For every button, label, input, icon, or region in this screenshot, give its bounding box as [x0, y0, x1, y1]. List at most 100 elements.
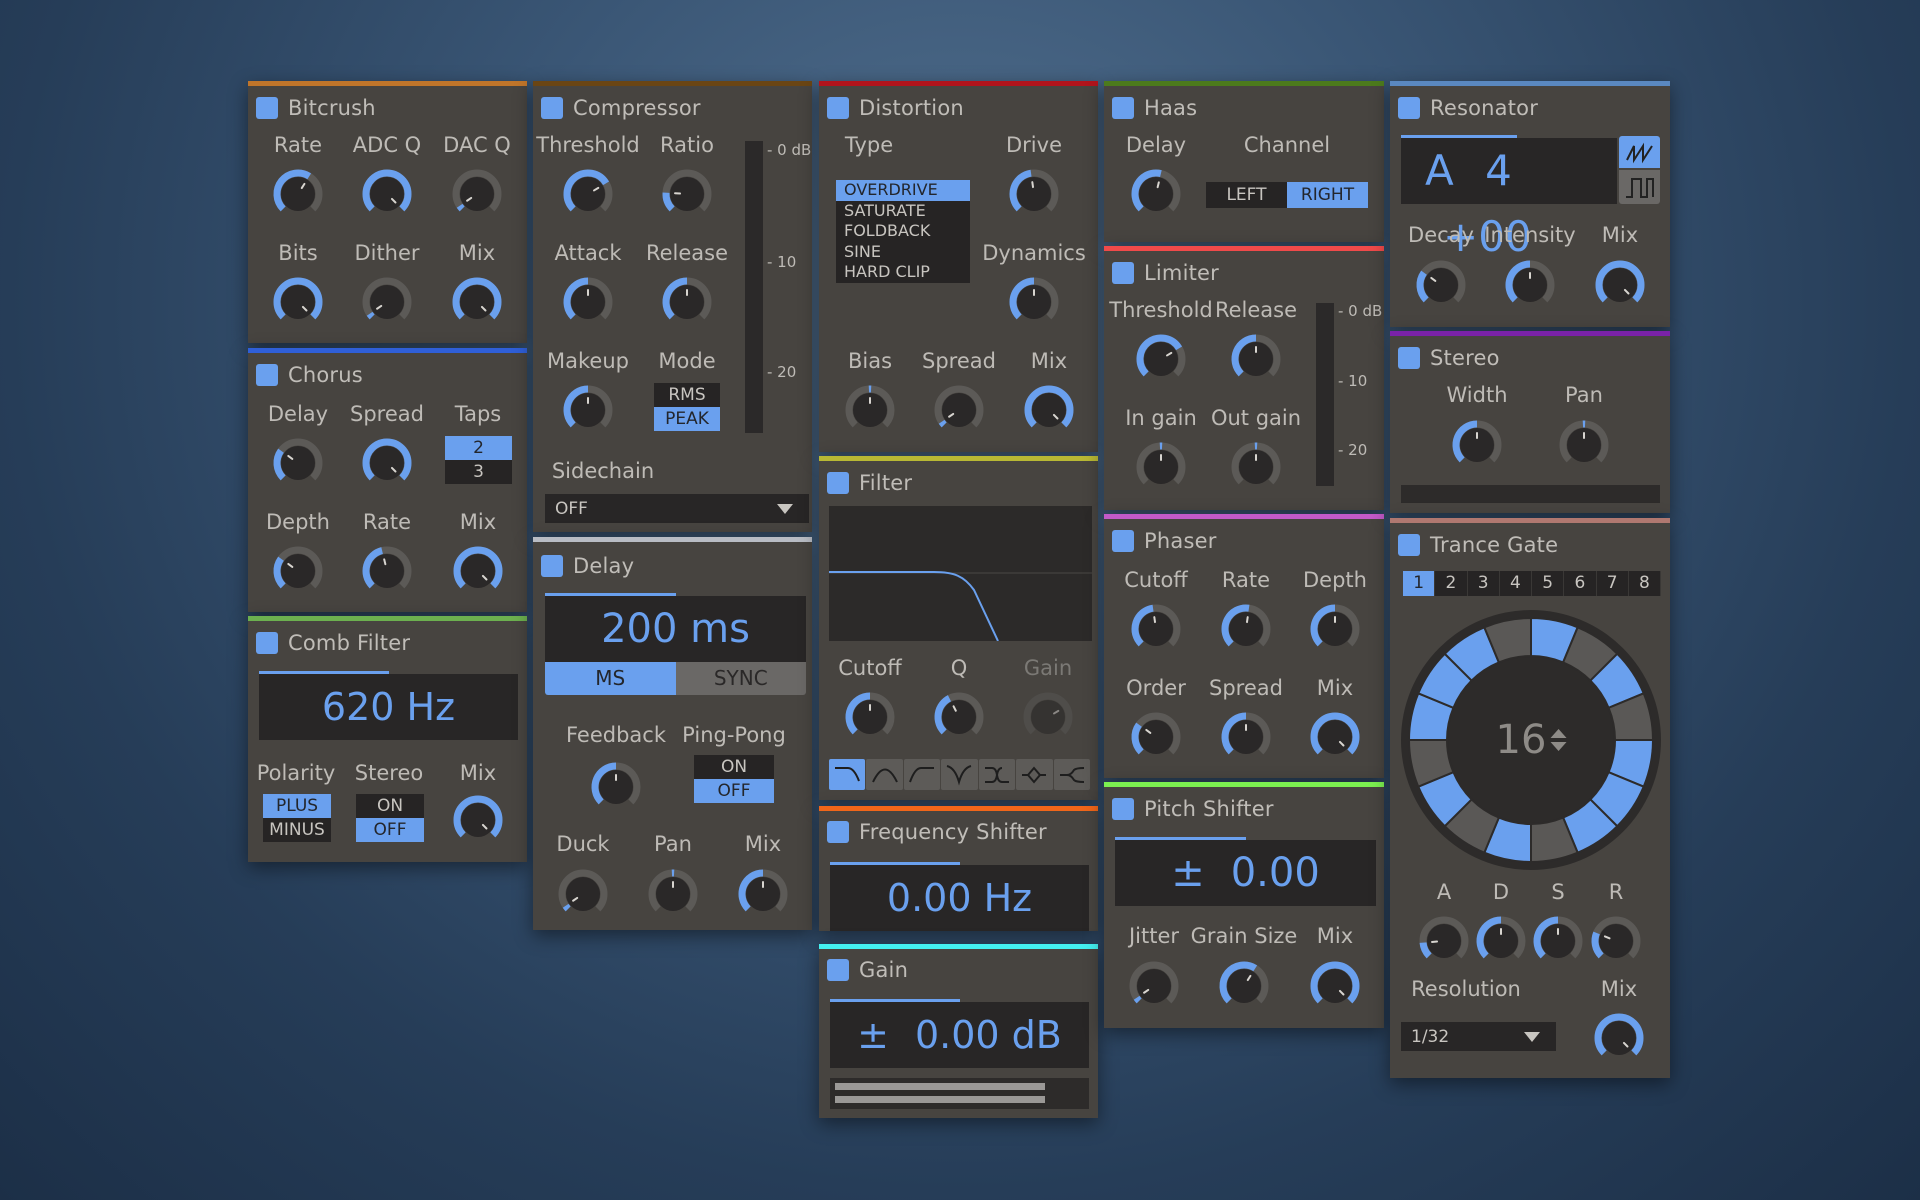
pattern-8-button[interactable]: 8: [1628, 571, 1661, 596]
option-3[interactable]: 3: [445, 460, 512, 484]
right-channel-button[interactable]: RIGHT: [1287, 182, 1368, 208]
option-minus[interactable]: MINUS: [263, 818, 331, 842]
distortion-type-option[interactable]: FOLDBACK: [836, 221, 970, 242]
gain-knob[interactable]: [1021, 690, 1075, 744]
shift-frequency-display[interactable]: 0.00 Hz: [830, 862, 1089, 931]
option-off[interactable]: OFF: [694, 779, 774, 803]
cutoff-knob[interactable]: [843, 690, 897, 744]
release-knob[interactable]: [1589, 914, 1643, 968]
pattern-7-button[interactable]: 7: [1596, 571, 1629, 596]
resonator-enable-checkbox[interactable]: [1398, 97, 1420, 119]
jitter-knob[interactable]: [1127, 959, 1181, 1013]
pattern-4-button[interactable]: 4: [1499, 571, 1532, 596]
sync-button[interactable]: SYNC: [675, 662, 806, 695]
trance-enable-checkbox[interactable]: [1398, 534, 1420, 556]
distortion-type-option[interactable]: SATURATE: [836, 201, 970, 222]
saw-wave-button[interactable]: [1619, 136, 1660, 168]
distortion-enable-checkbox[interactable]: [827, 97, 849, 119]
filter-response-graph[interactable]: [829, 506, 1092, 641]
mix-knob[interactable]: [1022, 383, 1076, 437]
pan-knob[interactable]: [1557, 418, 1611, 472]
filter-enable-checkbox[interactable]: [827, 472, 849, 494]
pattern-3-button[interactable]: 3: [1467, 571, 1500, 596]
decrement-arrow-icon[interactable]: [1550, 742, 1567, 751]
sustain-knob[interactable]: [1531, 914, 1585, 968]
frequency-display[interactable]: 620 Hz: [259, 671, 518, 740]
release-knob[interactable]: [1229, 332, 1283, 386]
threshold-knob[interactable]: [561, 167, 615, 221]
delay-knob[interactable]: [1129, 167, 1183, 221]
ratio-knob[interactable]: [660, 167, 714, 221]
resolution-dropdown[interactable]: 1/32: [1401, 1022, 1556, 1051]
feedback-knob[interactable]: [589, 760, 643, 814]
compressor-enable-checkbox[interactable]: [541, 97, 563, 119]
filter-type-peak-button[interactable]: [1016, 759, 1053, 790]
duck-knob[interactable]: [556, 867, 610, 921]
grain-size-knob[interactable]: [1217, 959, 1271, 1013]
distortion-type-option[interactable]: OVERDRIVE: [836, 180, 970, 201]
rate-knob[interactable]: [271, 167, 325, 221]
note-display[interactable]: A 4 +00: [1401, 135, 1617, 261]
gain-enable-checkbox[interactable]: [827, 959, 849, 981]
pattern-5-button[interactable]: 5: [1532, 571, 1565, 596]
dither-knob[interactable]: [360, 275, 414, 329]
mix-knob[interactable]: [450, 275, 504, 329]
q-knob[interactable]: [932, 690, 986, 744]
order-knob[interactable]: [1129, 710, 1183, 764]
freqshift-enable-checkbox[interactable]: [827, 821, 849, 843]
phaser-enable-checkbox[interactable]: [1112, 530, 1134, 552]
dac-q-knob[interactable]: [450, 167, 504, 221]
option-on[interactable]: ON: [694, 755, 774, 779]
out-gain-knob[interactable]: [1229, 440, 1283, 494]
filter-type-lowshelf-button[interactable]: [978, 759, 1016, 790]
option-rms[interactable]: RMS: [654, 383, 720, 407]
mix-knob[interactable]: [1593, 258, 1647, 312]
stereo-enable-checkbox[interactable]: [1398, 347, 1420, 369]
rate-knob[interactable]: [1219, 602, 1273, 656]
bias-knob[interactable]: [843, 383, 897, 437]
pan-knob[interactable]: [646, 867, 700, 921]
decay-knob[interactable]: [1474, 914, 1528, 968]
dynamics-knob[interactable]: [1007, 275, 1061, 329]
filter-type-notch-button[interactable]: [941, 759, 978, 790]
release-knob[interactable]: [660, 275, 714, 329]
delay-knob[interactable]: [271, 436, 325, 490]
rate-knob[interactable]: [360, 544, 414, 598]
pattern-6-button[interactable]: 6: [1564, 571, 1597, 596]
decay-knob[interactable]: [1414, 258, 1468, 312]
square-wave-button[interactable]: [1619, 170, 1660, 204]
cutoff-knob[interactable]: [1129, 602, 1183, 656]
spread-knob[interactable]: [932, 383, 986, 437]
step-count-spinner[interactable]: 16: [1496, 717, 1567, 763]
filter-type-lowpass-button[interactable]: [829, 759, 866, 790]
increment-arrow-icon[interactable]: [1550, 729, 1567, 738]
mix-knob[interactable]: [1308, 710, 1362, 764]
left-channel-button[interactable]: LEFT: [1206, 182, 1287, 208]
ms-button[interactable]: MS: [545, 662, 676, 695]
drive-knob[interactable]: [1007, 167, 1061, 221]
option-off[interactable]: OFF: [356, 818, 424, 842]
delay-enable-checkbox[interactable]: [541, 555, 563, 577]
in-gain-knob[interactable]: [1134, 440, 1188, 494]
filter-type-highpass-button[interactable]: [903, 759, 941, 790]
pitch-display[interactable]: ±0.00: [1115, 837, 1376, 906]
distortion-type-option[interactable]: SINE: [836, 242, 970, 263]
makeup-knob[interactable]: [561, 383, 615, 437]
gain-display[interactable]: ±0.00 dB: [830, 999, 1089, 1068]
sidechain-dropdown[interactable]: OFF: [545, 494, 809, 523]
haas-enable-checkbox[interactable]: [1112, 97, 1134, 119]
pattern-2-button[interactable]: 2: [1435, 571, 1468, 596]
depth-knob[interactable]: [271, 544, 325, 598]
limiter-enable-checkbox[interactable]: [1112, 262, 1134, 284]
comb-enable-checkbox[interactable]: [256, 632, 278, 654]
mix-knob[interactable]: [451, 793, 505, 847]
bitcrush-enable-checkbox[interactable]: [256, 97, 278, 119]
adc-q-knob[interactable]: [360, 167, 414, 221]
attack-knob[interactable]: [1417, 914, 1471, 968]
chorus-enable-checkbox[interactable]: [256, 364, 278, 386]
filter-type-bandpass-button[interactable]: [866, 759, 903, 790]
intensity-knob[interactable]: [1503, 258, 1557, 312]
bits-knob[interactable]: [271, 275, 325, 329]
spread-knob[interactable]: [360, 436, 414, 490]
delay-time-display[interactable]: 200 ms: [545, 593, 806, 662]
